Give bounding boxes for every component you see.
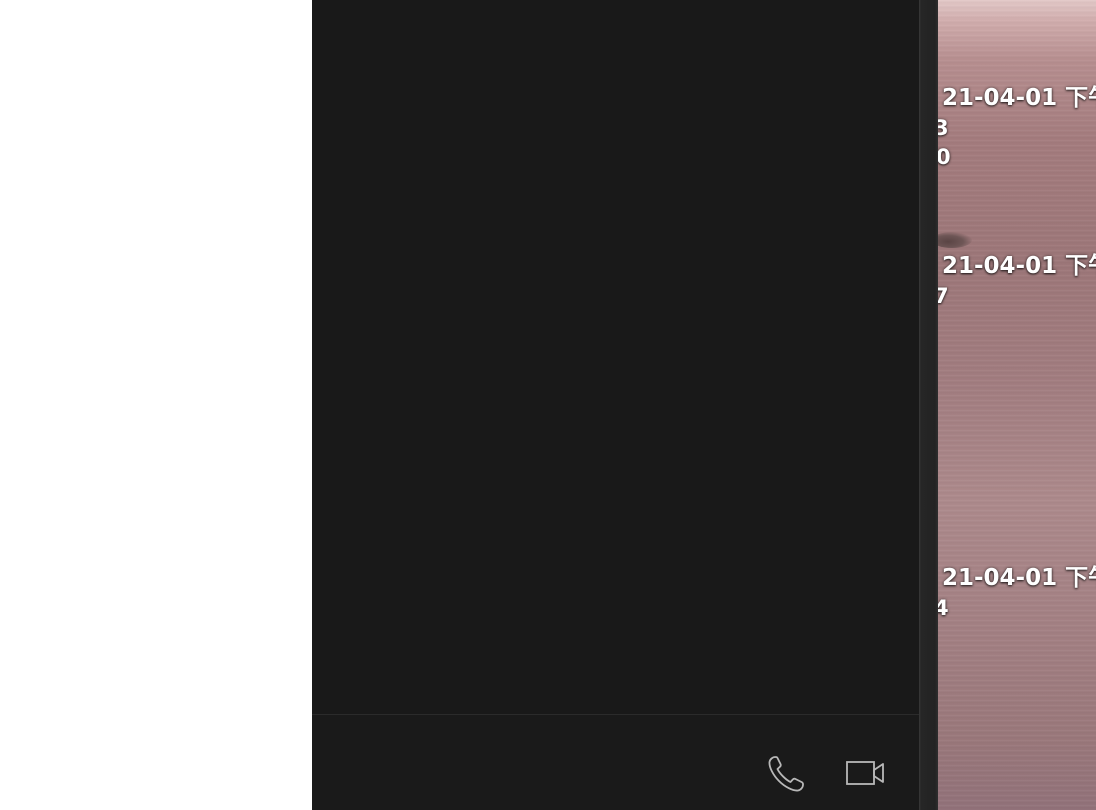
file-label-line2: 4 bbox=[938, 596, 949, 620]
file-label-line1: 21-04-01 下午 bbox=[942, 253, 1096, 279]
screen: 21-04-01 下午 3 0 21-04-01 下午 7 21-04-01 下… bbox=[0, 0, 1096, 810]
chat-panel bbox=[312, 0, 919, 810]
file-label-line2: 3 bbox=[938, 116, 949, 140]
file-label-line1: 21-04-01 下午 bbox=[942, 565, 1096, 591]
file-label-line2: 7 bbox=[938, 284, 949, 308]
desktop-wallpaper: 21-04-01 下午 3 0 21-04-01 下午 7 21-04-01 下… bbox=[938, 0, 1096, 810]
window-edge bbox=[919, 0, 938, 810]
video-call-button[interactable] bbox=[844, 751, 888, 795]
phone-icon bbox=[768, 756, 804, 792]
blank-area bbox=[0, 0, 312, 810]
file-label-line1: 21-04-01 下午 bbox=[942, 85, 1096, 111]
video-camera-icon bbox=[846, 761, 884, 785]
file-label-line3: 0 bbox=[938, 145, 951, 169]
message-area[interactable] bbox=[312, 0, 919, 714]
wallpaper-rock bbox=[938, 232, 972, 248]
desktop-file-label[interactable]: 21-04-01 下午 7 bbox=[938, 251, 1096, 311]
desktop-file-label[interactable]: 21-04-01 下午 4 bbox=[938, 563, 1096, 623]
chat-toolbar bbox=[312, 715, 919, 810]
voice-call-button[interactable] bbox=[764, 751, 808, 795]
desktop-file-label[interactable]: 21-04-01 下午 3 0 bbox=[938, 83, 1096, 171]
